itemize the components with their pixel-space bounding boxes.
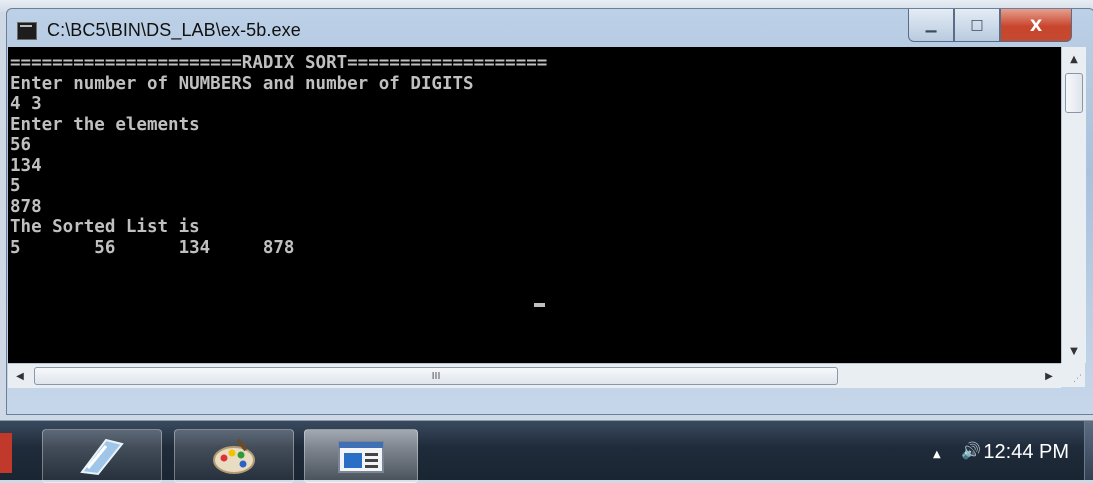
vertical-scroll-thumb[interactable]	[1065, 73, 1083, 113]
text-cursor	[534, 303, 545, 307]
scroll-up-arrow-icon[interactable]: ▲	[1062, 47, 1086, 71]
start-edge	[0, 433, 12, 473]
console-line: 134	[10, 155, 42, 176]
console-line: Enter number of NUMBERS and number of DI…	[10, 73, 474, 94]
console-text: ======================RADIX SORT========…	[8, 47, 1061, 258]
maximize-icon: □	[970, 17, 984, 33]
taskbar: ▲ 🔊 12:44 PM	[0, 420, 1093, 483]
show-desktop-button[interactable]	[1084, 421, 1093, 480]
paint-icon	[213, 438, 255, 474]
taskbar-clock[interactable]: 12:44 PM	[983, 441, 1069, 464]
console-line: ======================RADIX SORT========…	[10, 53, 548, 73]
taskbar-button-file-manager[interactable]	[42, 429, 162, 483]
window-title: C:\BC5\BIN\DS_LAB\ex-5b.exe	[47, 20, 301, 40]
console-line: 5 56 134 878	[10, 237, 295, 258]
minimize-button[interactable]: ▁	[908, 9, 954, 42]
system-tray: ▲ 🔊 12:44 PM	[833, 421, 1093, 480]
scroll-grip-icon: III	[431, 370, 441, 382]
resize-grip-icon: ⋰	[1073, 374, 1082, 384]
console-line: 56	[10, 135, 32, 155]
taskbar-button-console[interactable]	[304, 429, 418, 483]
scroll-down-arrow-icon[interactable]: ▼	[1062, 339, 1086, 363]
console-line: 878	[10, 196, 42, 217]
scroll-right-arrow-icon[interactable]: ▶	[1037, 364, 1061, 388]
maximize-button[interactable]: □	[954, 9, 1000, 42]
taskbar-button-paint[interactable]	[174, 429, 294, 483]
console-window-icon	[338, 441, 384, 473]
horizontal-scrollbar[interactable]: ◀ III ▶	[8, 363, 1061, 388]
resize-grip[interactable]: ⋰	[1061, 363, 1085, 387]
console-line: Enter the elements	[10, 114, 200, 135]
vertical-scrollbar[interactable]: ▲ ▼	[1061, 47, 1086, 363]
close-button[interactable]: X	[1000, 9, 1072, 42]
console-line: The Sorted List is	[10, 217, 200, 237]
minimize-icon: ▁	[925, 17, 937, 33]
volume-icon[interactable]: 🔊	[961, 441, 981, 460]
console-app-icon[interactable]	[17, 22, 37, 40]
console-line: 4 3	[10, 94, 42, 114]
horizontal-scroll-thumb[interactable]: III	[34, 367, 838, 385]
console-line: 5	[10, 176, 21, 196]
scroll-left-arrow-icon[interactable]: ◀	[8, 364, 32, 388]
console-output[interactable]: ======================RADIX SORT========…	[8, 47, 1061, 363]
window-controls: ▁ □ X	[908, 9, 1072, 42]
file-manager-icon	[80, 438, 124, 476]
show-hidden-icons-icon[interactable]: ▲	[933, 449, 941, 460]
close-icon: X	[1029, 15, 1043, 35]
